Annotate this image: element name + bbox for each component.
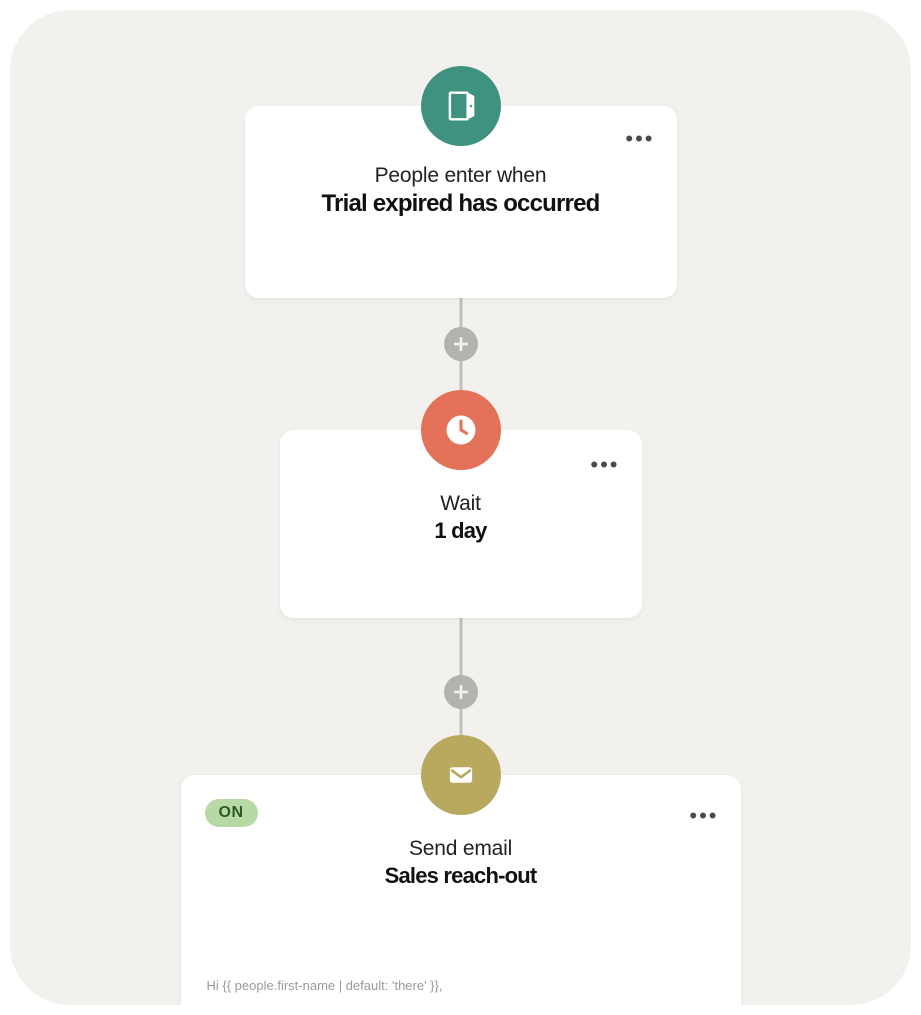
workflow-frame: ••• People enter when Trial expired has … bbox=[10, 10, 911, 1005]
wait-title: 1 day bbox=[280, 518, 642, 544]
ellipsis-icon: ••• bbox=[689, 803, 718, 828]
status-badge-label: ON bbox=[219, 804, 244, 821]
entry-card-text: People enter when Trial expired has occu… bbox=[245, 164, 677, 218]
entry-badge bbox=[421, 66, 501, 146]
entry-subtitle: People enter when bbox=[245, 164, 677, 188]
email-preview-body: Hi {{ people.first-name | default: 'ther… bbox=[207, 975, 715, 1005]
status-badge: ON bbox=[205, 799, 258, 827]
add-step-button[interactable] bbox=[444, 675, 478, 709]
email-preview-line: Hi {{ people.first-name | default: 'ther… bbox=[207, 975, 715, 997]
wait-badge bbox=[421, 390, 501, 470]
workflow-canvas: ••• People enter when Trial expired has … bbox=[10, 10, 911, 1005]
envelope-icon bbox=[441, 755, 481, 795]
ellipsis-icon: ••• bbox=[590, 452, 619, 477]
email-badge bbox=[421, 735, 501, 815]
add-step-button[interactable] bbox=[444, 327, 478, 361]
plus-icon bbox=[451, 682, 471, 702]
plus-icon bbox=[451, 334, 471, 354]
email-card-text: Send email Sales reach-out bbox=[181, 837, 741, 889]
card-menu-button[interactable]: ••• bbox=[689, 805, 718, 827]
wait-card-text: Wait 1 day bbox=[280, 492, 642, 544]
ellipsis-icon: ••• bbox=[625, 126, 654, 151]
door-icon bbox=[441, 86, 481, 126]
clock-icon bbox=[441, 410, 481, 450]
entry-title: Trial expired has occurred bbox=[245, 190, 677, 218]
email-subtitle: Send email bbox=[181, 837, 741, 861]
email-title: Sales reach-out bbox=[181, 863, 741, 889]
wait-subtitle: Wait bbox=[280, 492, 642, 516]
card-menu-button[interactable]: ••• bbox=[625, 128, 654, 150]
card-menu-button[interactable]: ••• bbox=[590, 454, 619, 476]
